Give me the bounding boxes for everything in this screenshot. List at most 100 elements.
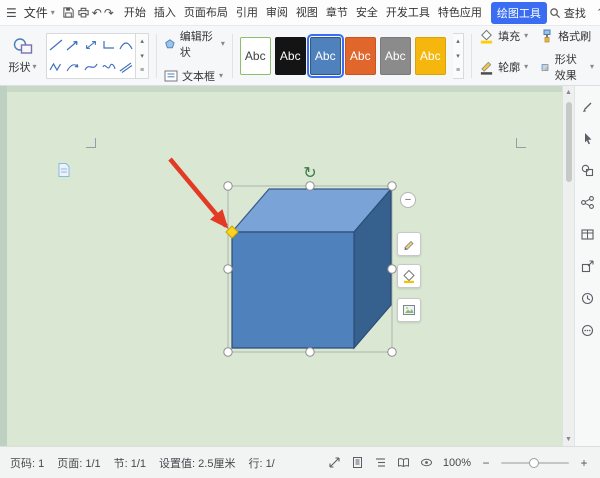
resize-handle-n[interactable] bbox=[306, 182, 314, 190]
resize-handle-nw[interactable] bbox=[224, 182, 232, 190]
chevron-down-icon: ▾ bbox=[524, 63, 528, 71]
quick-edit-button[interactable] bbox=[397, 232, 421, 256]
shape-style-option-1[interactable]: Abc bbox=[240, 37, 271, 75]
sidebar-select-button[interactable] bbox=[580, 130, 596, 146]
tab-drawing-tools[interactable]: 绘图工具 bbox=[491, 2, 547, 24]
line-style-option[interactable] bbox=[117, 34, 135, 56]
zoom-in-button[interactable]: + bbox=[578, 456, 590, 470]
sidebar-share-button[interactable] bbox=[580, 194, 596, 210]
format-painter-label: 格式刷 bbox=[558, 28, 591, 44]
scrollbar-thumb[interactable] bbox=[566, 102, 572, 182]
scroll-up-icon[interactable]: ▲ bbox=[565, 89, 572, 96]
status-setting-value[interactable]: 设置值: 2.5厘米 bbox=[159, 455, 235, 471]
line-style-option[interactable] bbox=[82, 34, 100, 56]
status-line[interactable]: 行: 1/ bbox=[248, 455, 274, 471]
read-mode-button[interactable] bbox=[397, 456, 411, 470]
tab-review[interactable]: 审阅 bbox=[263, 1, 291, 25]
sidebar-table-button[interactable] bbox=[580, 226, 596, 242]
eye-protection-button[interactable] bbox=[420, 456, 434, 470]
gallery-scroll-down-icon[interactable]: ▾ bbox=[453, 48, 463, 63]
zoom-out-button[interactable]: − bbox=[480, 456, 492, 470]
status-section[interactable]: 节: 1/1 bbox=[114, 455, 146, 471]
line-style-option[interactable] bbox=[82, 56, 100, 78]
line-gallery-scroll: ▴ ▾ ≡ bbox=[136, 33, 149, 79]
resize-handle-s[interactable] bbox=[306, 348, 314, 356]
line-style-option[interactable] bbox=[100, 34, 118, 56]
tab-developer[interactable]: 开发工具 bbox=[383, 1, 433, 25]
more-icon bbox=[580, 323, 595, 338]
outline-view-button[interactable] bbox=[374, 456, 388, 470]
outline-button[interactable]: 轮廓 ▾ bbox=[479, 51, 528, 83]
shape-style-option-2[interactable]: Abc bbox=[275, 37, 306, 75]
find-button[interactable]: 查找 bbox=[549, 5, 586, 21]
tab-section[interactable]: 章节 bbox=[323, 1, 351, 25]
help-button[interactable]: ? bbox=[594, 7, 600, 19]
status-page-number[interactable]: 页码: 1 bbox=[10, 455, 44, 471]
gallery-more-icon[interactable]: ≡ bbox=[453, 63, 463, 78]
quick-toolbar-collapse-button[interactable]: − bbox=[400, 192, 416, 208]
status-page-count[interactable]: 页面: 1/1 bbox=[57, 455, 100, 471]
hamburger-menu-icon[interactable]: ☰ bbox=[6, 3, 17, 23]
document-canvas[interactable]: ↻ − bbox=[0, 86, 562, 446]
eye-icon bbox=[420, 456, 433, 469]
gallery-scroll-up-icon[interactable]: ▴ bbox=[453, 34, 463, 49]
fullscreen-button[interactable] bbox=[328, 456, 342, 470]
rotate-handle-icon[interactable]: ↻ bbox=[303, 165, 316, 182]
textbox-button[interactable]: 文本框 ▾ bbox=[164, 68, 225, 84]
edit-shape-button[interactable]: 编辑形状 ▾ bbox=[164, 28, 225, 60]
scroll-down-icon[interactable]: ▼ bbox=[565, 436, 572, 443]
line-style-option[interactable] bbox=[65, 56, 83, 78]
tab-references[interactable]: 引用 bbox=[233, 1, 261, 25]
page-view-button[interactable] bbox=[351, 456, 365, 470]
shapes-button[interactable]: 形状 ▾ bbox=[6, 37, 39, 75]
quick-fill-button[interactable] bbox=[397, 264, 421, 288]
format-painter-button[interactable]: 格式刷 bbox=[540, 28, 594, 44]
main-area: ↻ − bbox=[0, 86, 600, 446]
sidebar-more-button[interactable] bbox=[580, 322, 596, 338]
redo-button[interactable]: ↷ bbox=[104, 3, 114, 23]
chevron-down-icon: ▾ bbox=[221, 40, 225, 48]
line-style-option[interactable] bbox=[100, 56, 118, 78]
gallery-scroll-down-icon[interactable]: ▾ bbox=[136, 48, 148, 63]
tab-security[interactable]: 安全 bbox=[353, 1, 381, 25]
shape-effects-button[interactable]: 形状效果 ▾ bbox=[540, 51, 594, 83]
zoom-slider[interactable] bbox=[501, 462, 569, 464]
file-menu[interactable]: 文件 ▾ bbox=[19, 4, 60, 21]
line-style-option[interactable] bbox=[117, 56, 135, 78]
line-style-option[interactable] bbox=[47, 56, 65, 78]
tab-view[interactable]: 视图 bbox=[293, 1, 321, 25]
tab-home[interactable]: 开始 bbox=[121, 1, 149, 25]
gallery-more-icon[interactable]: ≡ bbox=[136, 63, 148, 78]
outline-label: 轮廓 bbox=[498, 59, 520, 75]
line-style-option[interactable] bbox=[47, 34, 65, 56]
shape-style-gallery: Abc Abc Abc Abc Abc Abc bbox=[240, 37, 446, 75]
shape-style-option-4[interactable]: Abc bbox=[345, 37, 376, 75]
resize-handle-ne[interactable] bbox=[388, 182, 396, 190]
shape-style-option-5[interactable]: Abc bbox=[380, 37, 411, 75]
resize-handle-se[interactable] bbox=[388, 348, 396, 356]
cursor-icon bbox=[580, 131, 595, 146]
resize-handle-w[interactable] bbox=[224, 265, 232, 273]
fill-button[interactable]: 填充 ▾ bbox=[479, 28, 528, 44]
tab-insert[interactable]: 插入 bbox=[151, 1, 179, 25]
sidebar-export-button[interactable] bbox=[580, 258, 596, 274]
zoom-slider-thumb[interactable] bbox=[529, 458, 539, 468]
sidebar-history-button[interactable] bbox=[580, 290, 596, 306]
gallery-scroll-up-icon[interactable]: ▴ bbox=[136, 34, 148, 49]
sidebar-edit-button[interactable] bbox=[580, 98, 596, 114]
cube-shape[interactable] bbox=[232, 189, 391, 348]
print-button[interactable] bbox=[77, 3, 90, 23]
vertical-scrollbar[interactable]: ▲ ▼ bbox=[562, 86, 574, 446]
sidebar-shapes-button[interactable] bbox=[580, 162, 596, 178]
shape-style-option-6[interactable]: Abc bbox=[415, 37, 446, 75]
shape-style-option-3-selected[interactable]: Abc bbox=[310, 37, 341, 75]
line-style-option[interactable] bbox=[65, 34, 83, 56]
save-button[interactable] bbox=[62, 3, 75, 23]
resize-handle-sw[interactable] bbox=[224, 348, 232, 356]
resize-handle-e[interactable] bbox=[388, 265, 396, 273]
zoom-percent[interactable]: 100% bbox=[443, 457, 471, 469]
quick-picture-button[interactable] bbox=[397, 298, 421, 322]
undo-button[interactable]: ↶ bbox=[92, 3, 102, 23]
tab-page-layout[interactable]: 页面布局 bbox=[181, 1, 231, 25]
tab-special-apps[interactable]: 特色应用 bbox=[435, 1, 485, 25]
